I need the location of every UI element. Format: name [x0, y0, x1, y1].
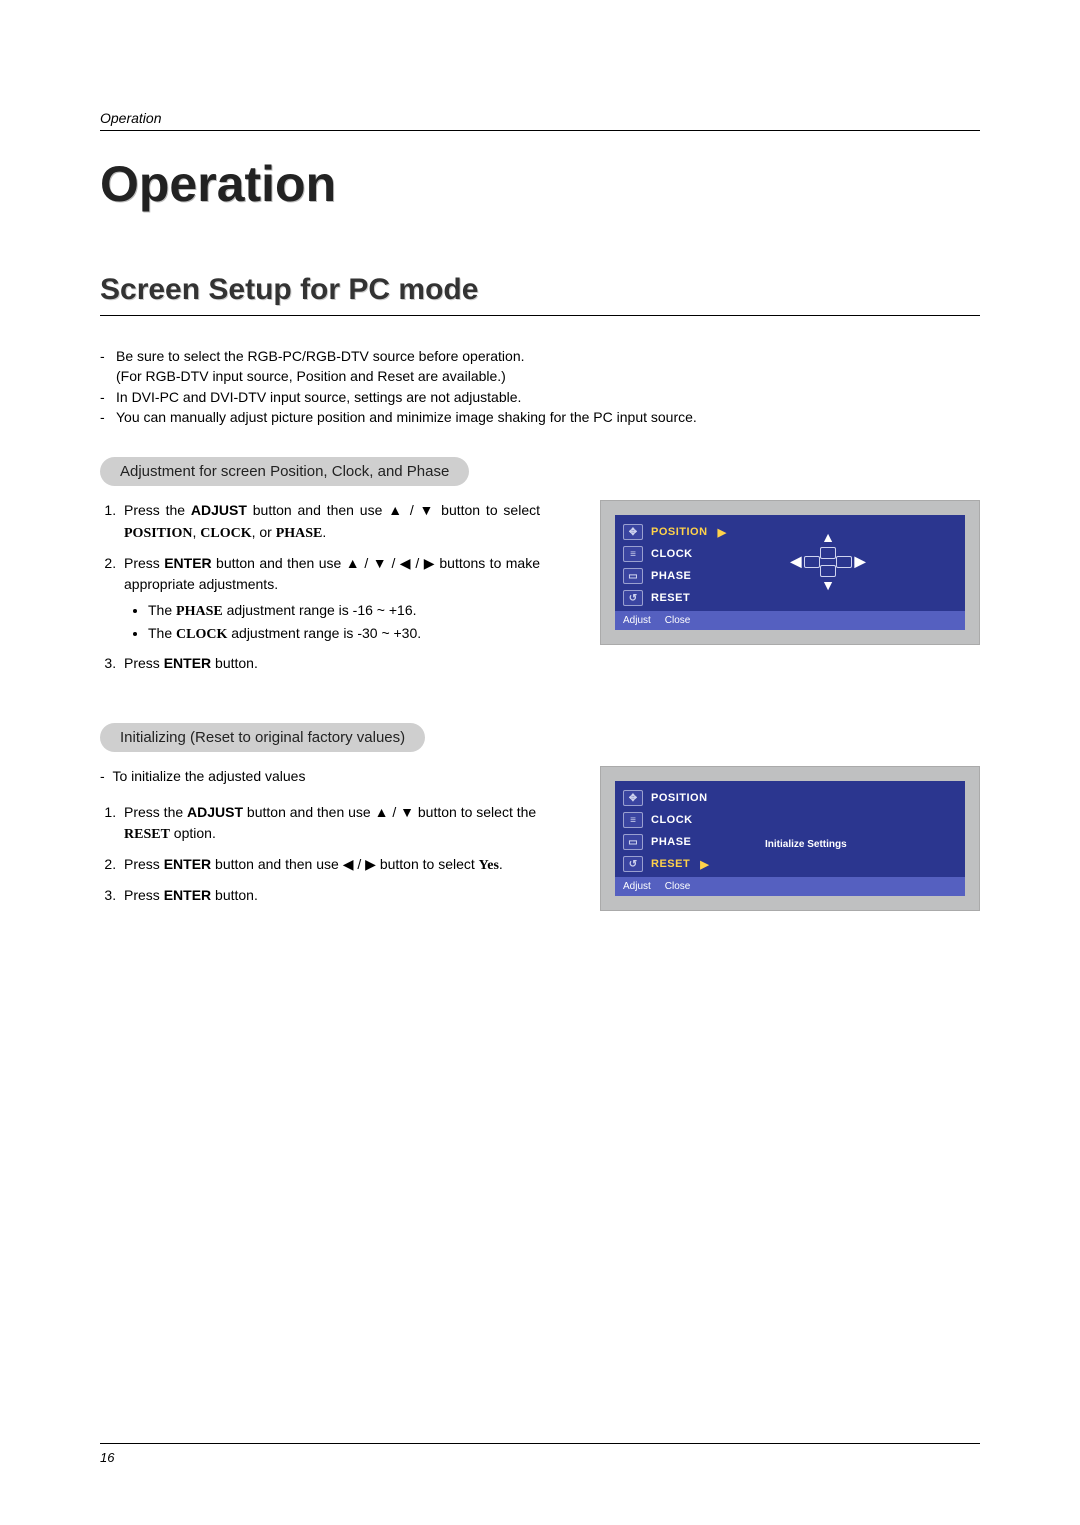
arrow-up-icon: ▲: [818, 527, 838, 547]
intro-line-1b: (For RGB-DTV input source, Position and …: [116, 368, 506, 384]
page-title: Operation: [100, 155, 980, 213]
arrow-down-icon: ▼: [818, 575, 838, 595]
intro-line-2: In DVI-PC and DVI-DTV input source, sett…: [116, 389, 521, 405]
section1-step1: Press the ADJUST button and then use ▲ /…: [120, 500, 540, 544]
page-number: 16: [100, 1450, 980, 1465]
arrow-right-icon: ▶: [700, 858, 708, 871]
section2-step1: Press the ADJUST button and then use ▲ /…: [120, 802, 540, 846]
clock-icon: ≡: [623, 546, 643, 562]
section-subtitle: Screen Setup for PC mode: [100, 273, 980, 316]
arrow-right-icon: ▶: [850, 551, 870, 571]
section2-step3: Press ENTER button.: [120, 885, 540, 907]
osd-panel-reset: ✥ POSITION ≡ CLOCK ▭ PHASE ↺: [600, 766, 980, 911]
section1-body: Press the ADJUST button and then use ▲ /…: [100, 500, 980, 683]
osd-footer: Adjust Close: [615, 611, 965, 630]
arrow-right-icon: ▶: [718, 526, 726, 539]
arrow-left-icon: ◀: [786, 551, 806, 571]
page: Operation Operation Screen Setup for PC …: [0, 0, 1080, 1525]
osd-item-clock: ≡ CLOCK: [623, 809, 763, 831]
position-icon: ✥: [623, 524, 643, 540]
osd-item-position: ✥ POSITION: [623, 787, 763, 809]
position-icon: ✥: [623, 790, 643, 806]
osd-item-clock: ≡ CLOCK: [623, 543, 763, 565]
reset-icon: ↺: [623, 590, 643, 606]
osd-foot-close: Close: [665, 881, 691, 892]
osd-item-reset: ↺ RESET ▶: [623, 853, 763, 875]
phase-icon: ▭: [623, 568, 643, 584]
osd-item-phase: ▭ PHASE: [623, 831, 763, 853]
section2-steps: Press the ADJUST button and then use ▲ /…: [100, 802, 540, 907]
osd-foot-close: Close: [665, 615, 691, 626]
section2-intro: To initialize the adjusted values: [112, 768, 305, 784]
osd-foot-adjust: Adjust: [623, 881, 651, 892]
header-rule: [100, 130, 980, 131]
osd-item-phase: ▭ PHASE: [623, 565, 763, 587]
footer-rule: [100, 1443, 980, 1444]
section1-sub1: The PHASE adjustment range is -16 ~ +16.: [148, 600, 540, 623]
section1-sub2: The CLOCK adjustment range is -30 ~ +30.: [148, 623, 540, 646]
section1-steps: Press the ADJUST button and then use ▲ /…: [100, 500, 540, 675]
section1-step2: Press ENTER button and then use ▲ / ▼ / …: [120, 553, 540, 646]
osd-initialize-settings: Initialize Settings: [765, 839, 925, 850]
intro-block: - Be sure to select the RGB-PC/RGB-DTV s…: [100, 346, 980, 427]
section1-step3: Press ENTER button.: [120, 653, 540, 675]
clock-icon: ≡: [623, 812, 643, 828]
reset-icon: ↺: [623, 856, 643, 872]
section1-pill: Adjustment for screen Position, Clock, a…: [100, 457, 469, 486]
intro-line-3: You can manually adjust picture position…: [116, 409, 697, 425]
phase-icon: ▭: [623, 834, 643, 850]
intro-line-1: Be sure to select the RGB-PC/RGB-DTV sou…: [116, 348, 525, 364]
osd-footer: Adjust Close: [615, 877, 965, 896]
section2-pill: Initializing (Reset to original factory …: [100, 723, 425, 752]
osd-foot-adjust: Adjust: [623, 615, 651, 626]
osd-direction-pad: ▲ ▼ ◀ ▶: [763, 521, 893, 601]
osd-item-position: ✥ POSITION ▶: [623, 521, 763, 543]
osd-panel-position: ✥ POSITION ▶ ≡ CLOCK ▭ PHASE: [600, 500, 980, 645]
page-footer: 16: [100, 1443, 980, 1465]
section2-body: - To initialize the adjusted values Pres…: [100, 766, 980, 914]
running-header: Operation: [100, 110, 980, 126]
section2-step2: Press ENTER button and then use ◀ / ▶ bu…: [120, 854, 540, 877]
osd-item-reset: ↺ RESET: [623, 587, 763, 609]
